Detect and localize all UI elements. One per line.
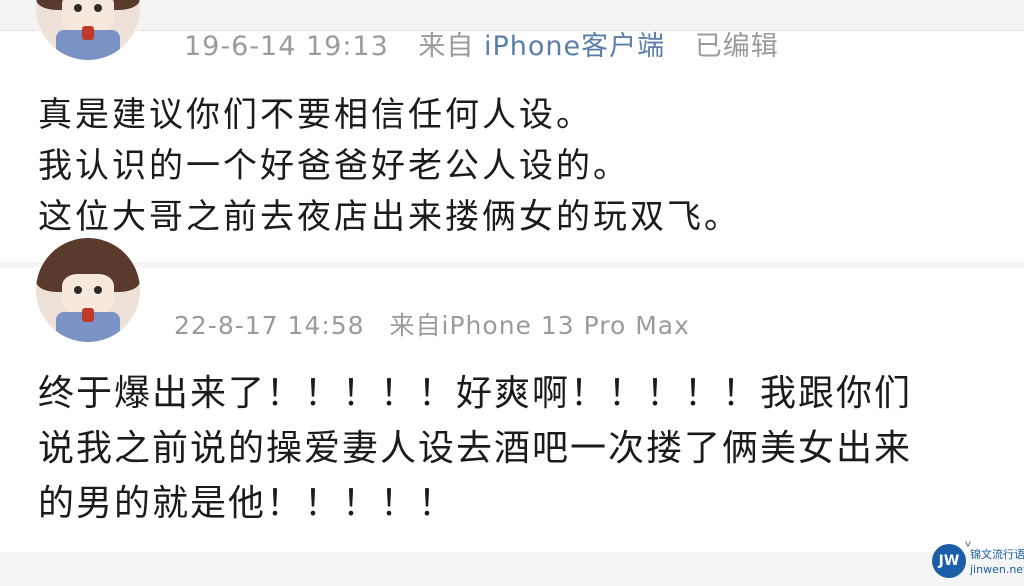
post-text: 终于爆出来了！！！！！好爽啊！！！！！我跟你们 说我之前说的操爱妻人设去酒吧一次… — [38, 366, 998, 531]
post-meta: 19-6-14 19:13 来自 iPhone客户端 已编辑 — [184, 24, 779, 63]
avatar[interactable] — [36, 238, 140, 342]
post-timestamp: 22-8-17 14:58 — [174, 311, 365, 340]
post-text-line: 这位大哥之前去夜店出来搂俩女的玩双飞。 — [38, 197, 741, 237]
post-text-line: 真是建议你们不要相信任何人设。 — [38, 95, 593, 135]
post-text-line: 终于爆出来了！！！！！好爽啊！！！！！我跟你们 — [38, 373, 913, 414]
source-prefix: 来自 — [418, 31, 475, 62]
post-text: 真是建议你们不要相信任何人设。 我认识的一个好爸爸好老公人设的。 这位大哥之前去… — [38, 90, 998, 243]
avatar[interactable] — [36, 0, 140, 60]
edited-label: 已编辑 — [694, 31, 779, 62]
bottom-bar — [0, 552, 1024, 586]
post-source: 来自iPhone 13 Pro Max — [389, 311, 690, 340]
watermark-logo-icon: JW — [932, 544, 966, 578]
site-watermark: JW 锦文流行语 jinwen.net — [930, 544, 1024, 584]
watermark-url: jinwen.net — [970, 563, 1024, 576]
watermark-name: 锦文流行语 — [970, 548, 1024, 561]
weibo-post-1: 19-6-14 19:13 来自 iPhone客户端 已编辑 真是建议你们不要相… — [0, 0, 1024, 262]
source-link[interactable]: iPhone客户端 — [484, 31, 665, 62]
post-meta: 22-8-17 14:58 来自iPhone 13 Pro Max — [174, 306, 690, 342]
post-text-line: 我认识的一个好爸爸好老公人设的。 — [38, 146, 630, 186]
post-text-line: 的男的就是他！！！！！ — [38, 483, 457, 524]
post-text-line: 说我之前说的操爱妻人设去酒吧一次搂了俩美女出来 — [38, 428, 913, 469]
post-timestamp: 19-6-14 19:13 — [184, 31, 389, 62]
